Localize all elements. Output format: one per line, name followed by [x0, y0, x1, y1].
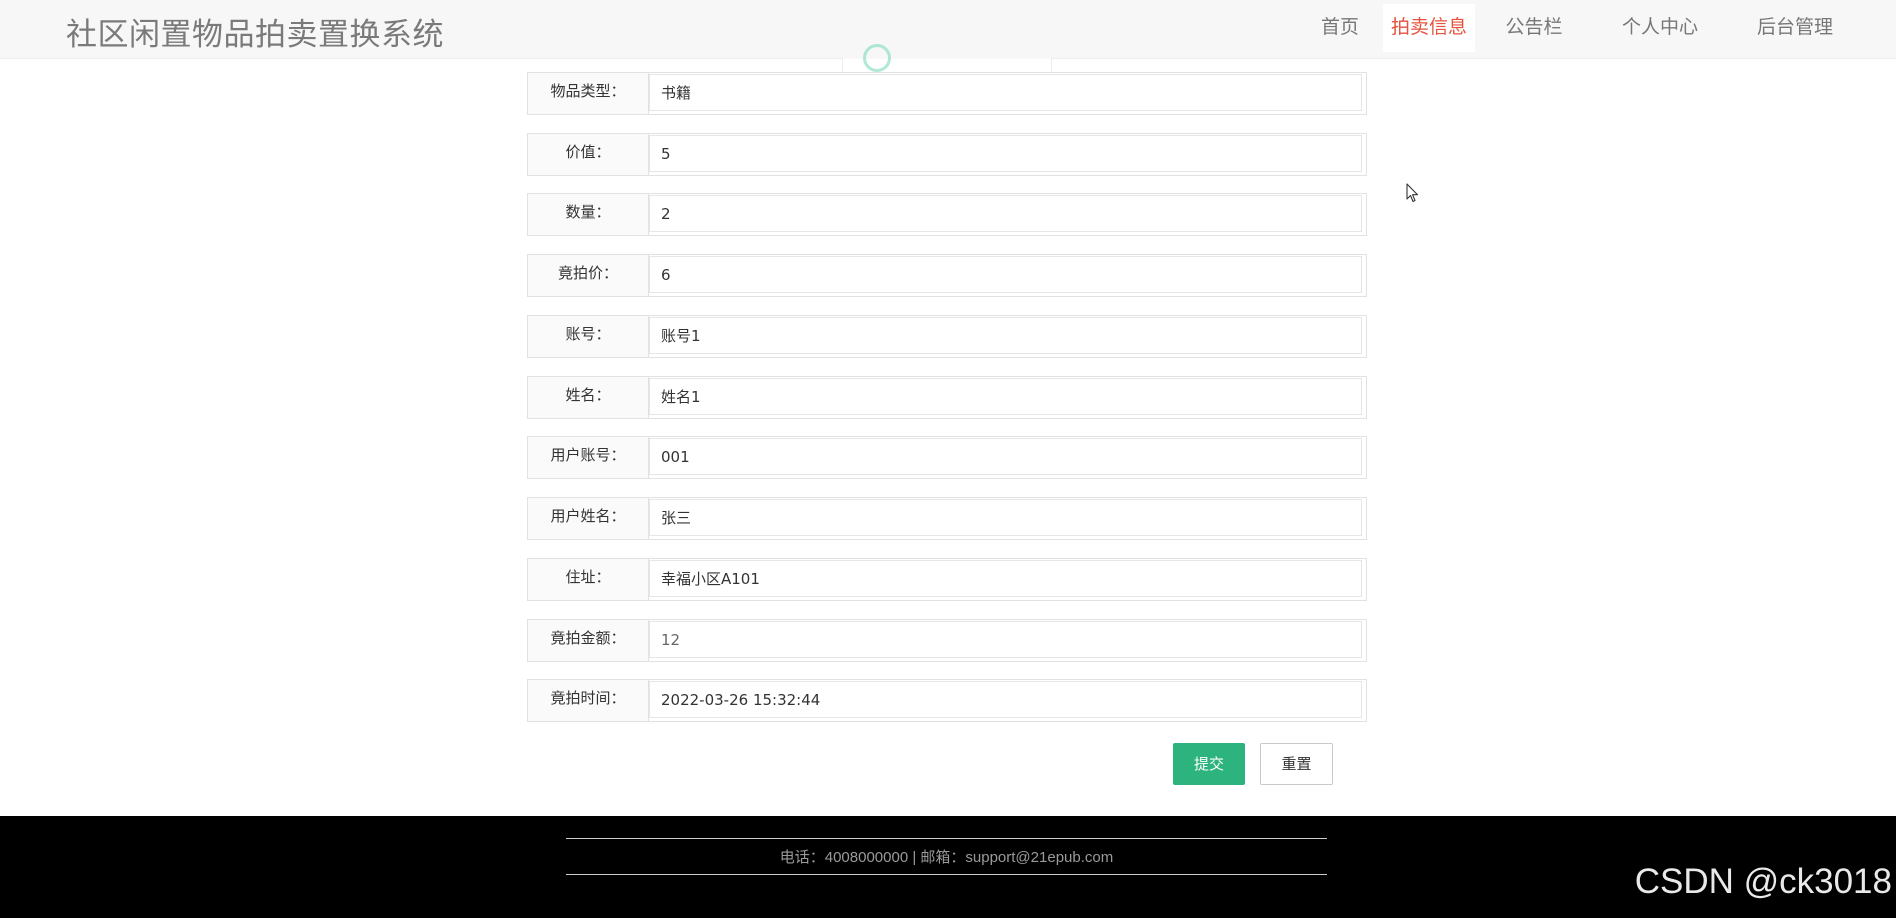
field-label: 价值：: [528, 134, 649, 175]
form-row-user-account: 用户账号： 001: [527, 436, 1367, 479]
site-title: 社区闲置物品拍卖置换系统: [66, 17, 444, 53]
reset-button[interactable]: 重置: [1260, 743, 1333, 785]
form-row-address: 住址： 幸福小区A101: [527, 558, 1367, 601]
user-account-input[interactable]: 001: [649, 438, 1362, 475]
submit-button[interactable]: 提交: [1173, 743, 1245, 785]
nav-auction-info[interactable]: 拍卖信息: [1383, 4, 1475, 52]
bid-price-input[interactable]: 6: [649, 256, 1362, 293]
footer-divider-top: [566, 838, 1327, 839]
nav-home[interactable]: 首页: [1296, 4, 1384, 52]
field-label: 竟拍金额：: [528, 620, 649, 661]
nav-personal-center[interactable]: 个人中心: [1614, 4, 1706, 52]
form-row-bid-time: 竟拍时间： 2022-03-26 15:32:44: [527, 679, 1367, 722]
field-label: 物品类型：: [528, 73, 649, 114]
success-icon: [863, 44, 891, 72]
field-label: 数量：: [528, 194, 649, 235]
footer-divider-bottom: [566, 874, 1327, 875]
footer: 电话：4008000000 | 邮箱：support@21epub.com CS…: [0, 816, 1896, 918]
nav-admin[interactable]: 后台管理: [1749, 4, 1841, 52]
account-input[interactable]: 账号1: [649, 317, 1362, 354]
field-label: 姓名：: [528, 377, 649, 418]
form-row-user-name: 用户姓名： 张三: [527, 497, 1367, 540]
field-label: 竟拍时间：: [528, 680, 649, 721]
form-row-value: 价值： 5: [527, 133, 1367, 176]
user-name-input[interactable]: 张三: [649, 499, 1362, 536]
field-label: 住址：: [528, 559, 649, 600]
form-row-name: 姓名： 姓名1: [527, 376, 1367, 419]
quantity-input[interactable]: 2: [649, 195, 1362, 232]
item-type-input[interactable]: 书籍: [649, 74, 1362, 111]
footer-contact: 电话：4008000000 | 邮箱：support@21epub.com: [779, 849, 1114, 866]
form-row-bid-price: 竟拍价： 6: [527, 254, 1367, 297]
bid-time-input[interactable]: 2022-03-26 15:32:44: [649, 681, 1362, 718]
mouse-cursor-icon: [1406, 183, 1419, 203]
watermark: CSDN @ck3018: [1634, 862, 1892, 901]
address-input[interactable]: 幸福小区A101: [649, 560, 1362, 597]
field-label: 账号：: [528, 316, 649, 357]
bid-amount-input[interactable]: 12: [649, 621, 1362, 658]
page: 社区闲置物品拍卖置换系统 首页 拍卖信息 公告栏 个人中心 后台管理 物品类型：…: [0, 0, 1896, 918]
form-row-item-type: 物品类型： 书籍: [527, 72, 1367, 115]
form-row-bid-amount: 竟拍金额： 12: [527, 619, 1367, 662]
value-input[interactable]: 5: [649, 135, 1362, 172]
field-label: 用户姓名：: [528, 498, 649, 539]
top-header: 社区闲置物品拍卖置换系统 首页 拍卖信息 公告栏 个人中心 后台管理: [0, 0, 1896, 59]
form-row-quantity: 数量： 2: [527, 193, 1367, 236]
nav-bulletin[interactable]: 公告栏: [1497, 4, 1571, 52]
field-label: 用户账号：: [528, 437, 649, 478]
form-row-account: 账号： 账号1: [527, 315, 1367, 358]
name-input[interactable]: 姓名1: [649, 378, 1362, 415]
field-label: 竟拍价：: [528, 255, 649, 296]
